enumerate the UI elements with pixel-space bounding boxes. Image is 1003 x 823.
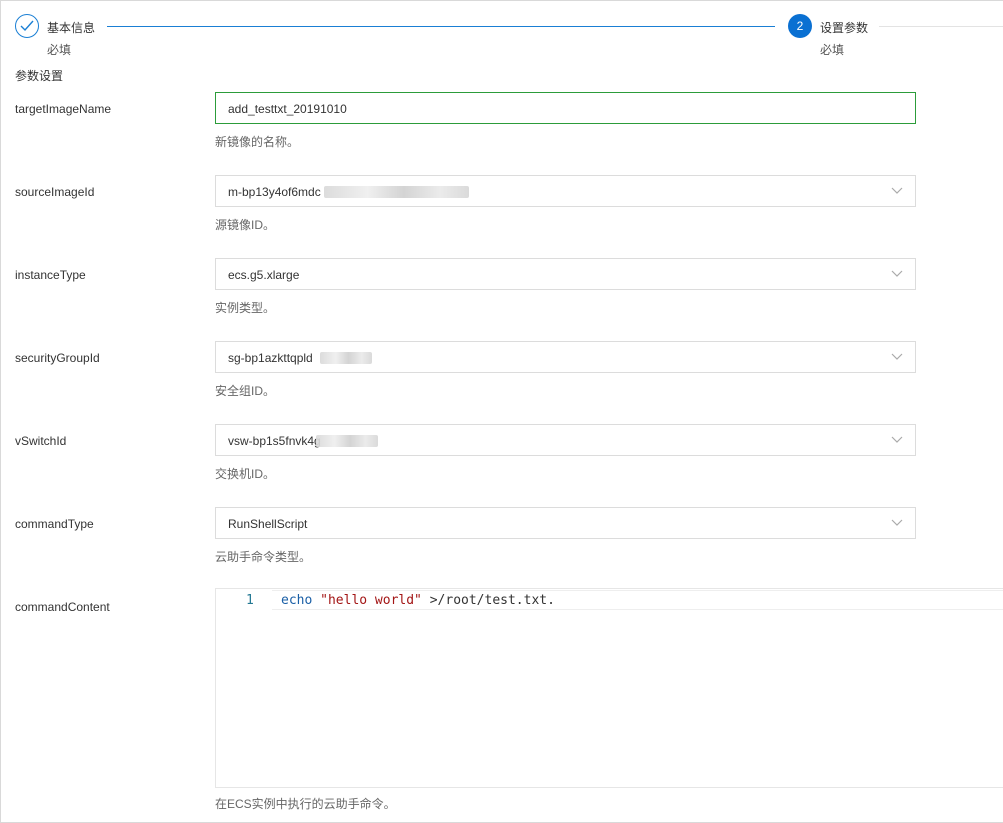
instance-type-select[interactable]: ecs.g5.xlarge: [215, 258, 916, 290]
chevron-down-icon[interactable]: [891, 352, 903, 362]
section-title: 参数设置: [15, 69, 64, 83]
step-1-check-icon: [15, 14, 39, 38]
step-1-subtitle: 必填: [47, 43, 72, 57]
form-panel: 基本信息 必填 2 设置参数 必填 参数设置 targetImageName a…: [0, 0, 1003, 823]
command-type-select[interactable]: RunShellScript: [215, 507, 916, 539]
step-1-title: 基本信息: [47, 21, 96, 35]
chevron-down-icon[interactable]: [891, 269, 903, 279]
security-group-id-label: securityGroupId: [15, 351, 100, 365]
target-image-name-value: add_testtxt_20191010: [228, 102, 347, 116]
redacted-text: [316, 435, 378, 447]
step-2-title: 设置参数: [820, 21, 869, 35]
security-group-id-hint: 安全组ID。: [215, 384, 276, 398]
step-connector-remaining: [879, 26, 1003, 27]
source-image-id-value: m-bp13y4of6mdc: [228, 185, 321, 199]
target-image-name-label: targetImageName: [15, 102, 112, 116]
redacted-text: [320, 352, 372, 364]
code-rest: >/root/test.txt.: [421, 593, 555, 608]
source-image-id-label: sourceImageId: [15, 185, 95, 199]
source-image-id-select[interactable]: m-bp13y4of6mdc: [215, 175, 916, 207]
redacted-text: [324, 186, 469, 198]
instance-type-hint: 实例类型。: [215, 301, 276, 315]
code-keyword: echo: [281, 593, 313, 608]
command-content-label: commandContent: [15, 600, 110, 614]
chevron-down-icon[interactable]: [891, 518, 903, 528]
command-type-hint: 云助手命令类型。: [215, 550, 312, 564]
instance-type-label: instanceType: [15, 268, 86, 282]
line-number: 1: [246, 593, 254, 608]
vswitch-id-label: vSwitchId: [15, 434, 67, 448]
security-group-id-value: sg-bp1azkttqpld: [228, 351, 313, 365]
target-image-name-hint: 新镜像的名称。: [215, 135, 300, 149]
security-group-id-select[interactable]: sg-bp1azkttqpld: [215, 341, 916, 373]
source-image-id-hint: 源镜像ID。: [215, 218, 276, 232]
target-image-name-input[interactable]: add_testtxt_20191010: [215, 92, 916, 124]
code-string: "hello world": [320, 593, 422, 608]
chevron-down-icon[interactable]: [891, 435, 903, 445]
vswitch-id-value: vsw-bp1s5fnvk4g: [228, 434, 321, 448]
command-content-editor[interactable]: 1 echo "hello world" >/root/test.txt.: [215, 588, 1003, 788]
command-type-label: commandType: [15, 517, 94, 531]
vswitch-id-select[interactable]: vsw-bp1s5fnvk4g: [215, 424, 916, 456]
step-2-number: 2: [788, 14, 812, 38]
instance-type-value: ecs.g5.xlarge: [228, 268, 300, 282]
editor-gutter: 1: [216, 589, 272, 787]
vswitch-id-hint: 交换机ID。: [215, 467, 276, 481]
step-2-subtitle: 必填: [820, 43, 845, 57]
command-type-value: RunShellScript: [228, 517, 308, 531]
code-line[interactable]: echo "hello world" >/root/test.txt.: [281, 593, 555, 608]
chevron-down-icon[interactable]: [891, 186, 903, 196]
command-content-hint: 在ECS实例中执行的云助手命令。: [215, 797, 396, 811]
step-connector: [107, 26, 775, 27]
